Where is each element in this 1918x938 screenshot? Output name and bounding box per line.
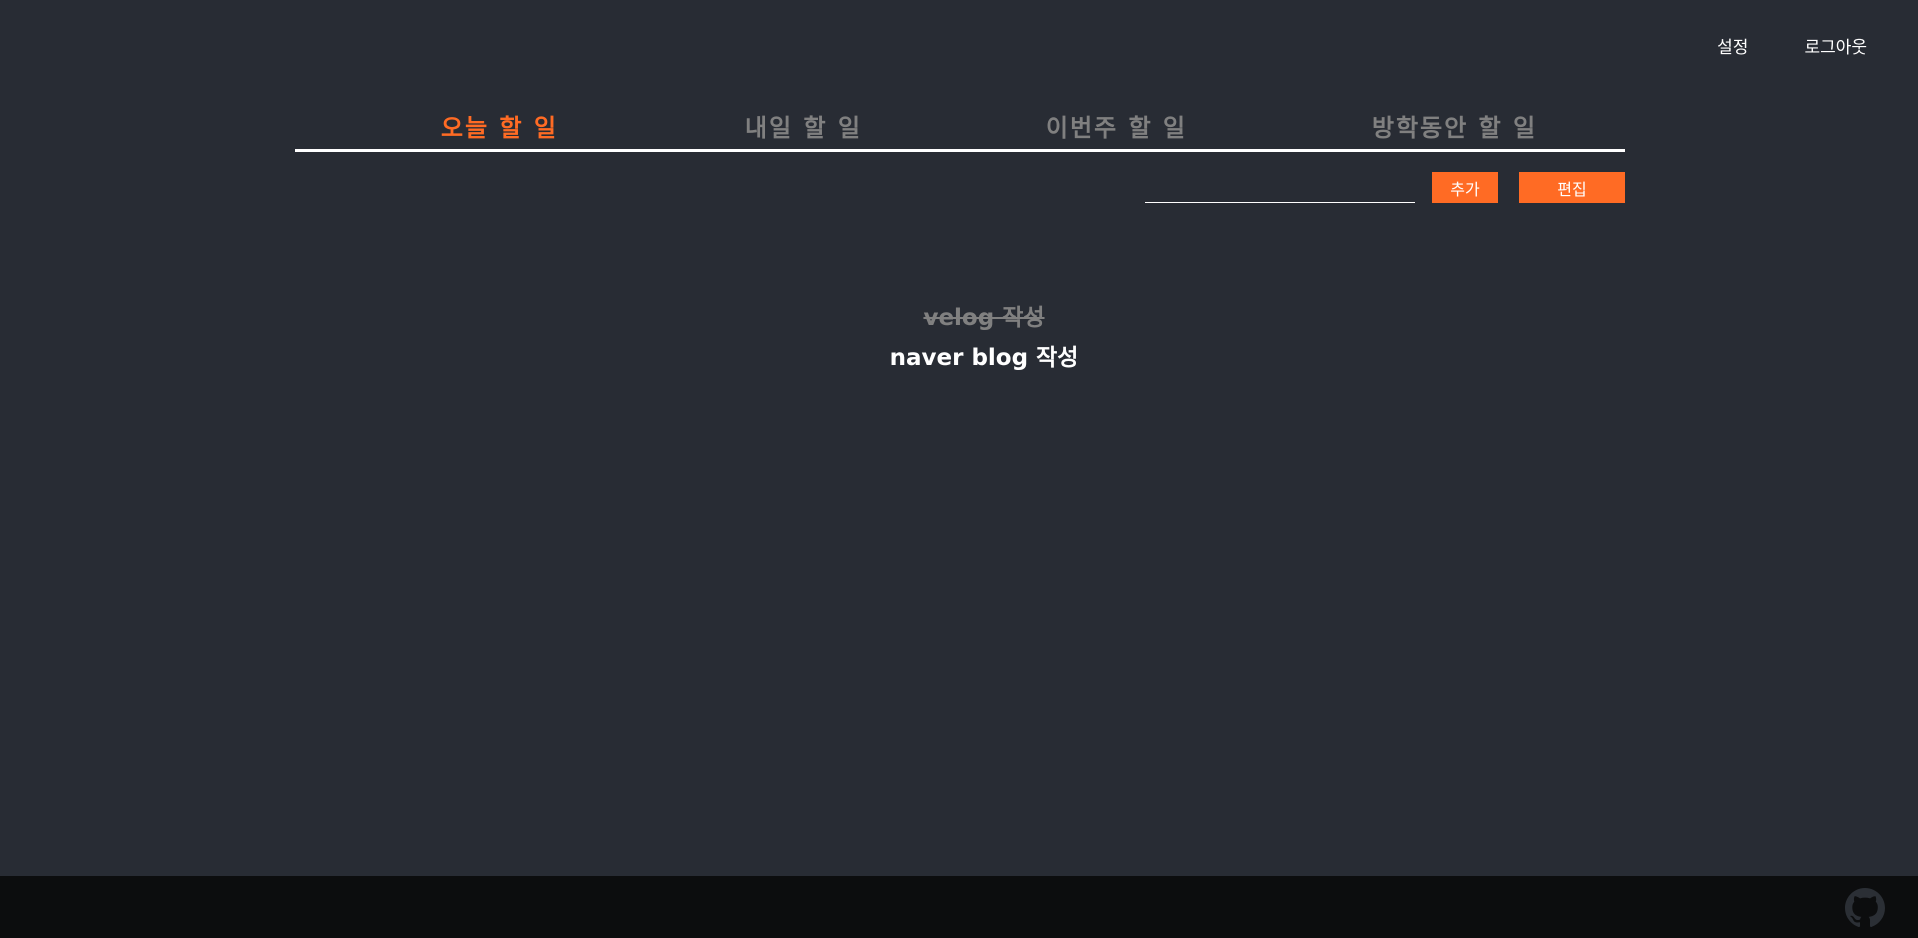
add-button[interactable]: 추가	[1432, 172, 1498, 203]
todo-item-done[interactable]: velog 작성	[0, 298, 1918, 338]
todo-item[interactable]: naver blog 작성	[0, 338, 1918, 378]
todo-input[interactable]	[1145, 178, 1415, 203]
footer	[0, 876, 1918, 938]
tab-today[interactable]: 오늘 할 일	[441, 108, 558, 143]
github-icon[interactable]	[1845, 888, 1885, 928]
edit-button[interactable]: 편집	[1519, 172, 1625, 203]
settings-link[interactable]: 설정	[1717, 33, 1748, 58]
tab-this-week[interactable]: 이번주 할 일	[1046, 108, 1187, 143]
todo-list: velog 작성 naver blog 작성	[0, 298, 1918, 378]
tab-vacation[interactable]: 방학동안 할 일	[1372, 108, 1537, 143]
top-nav: 설정 로그아웃	[1717, 33, 1867, 58]
tab-bar: 오늘 할 일 내일 할 일 이번주 할 일 방학동안 할 일	[295, 108, 1625, 152]
logout-link[interactable]: 로그아웃	[1804, 33, 1867, 58]
tab-tomorrow[interactable]: 내일 할 일	[745, 108, 862, 143]
